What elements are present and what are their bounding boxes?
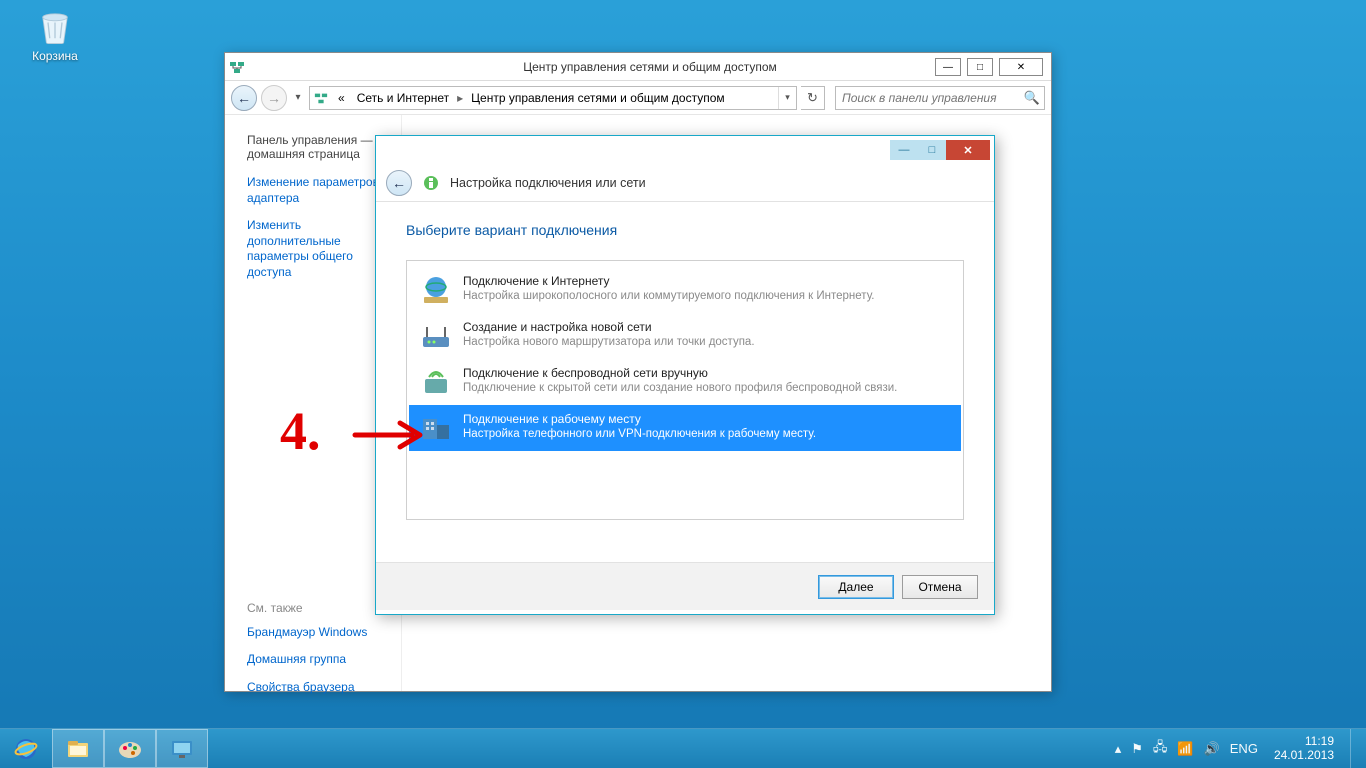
globe-icon (419, 273, 453, 307)
taskbar: ▴ ⚑ 🖧 📶 🔊 ENG 11:19 24.01.2013 (0, 728, 1366, 768)
window-titlebar[interactable]: Центр управления сетями и общим доступом (225, 53, 1051, 81)
wizard-footer: Далее Отмена (376, 562, 994, 610)
wireless-icon (419, 365, 453, 399)
connection-wizard-icon (422, 174, 440, 192)
window-title: Центр управления сетями и общим доступом (249, 60, 1051, 74)
sidebar-link-internet-options[interactable]: Свойства браузера (247, 680, 391, 696)
option-manual-wireless[interactable]: Подключение к беспроводной сети вручную … (409, 359, 961, 405)
breadcrumb[interactable]: « Сеть и Интернет ▸ Центр управления сет… (309, 86, 797, 110)
tray-overflow-icon[interactable]: ▴ (1115, 741, 1122, 757)
sidebar-link-homegroup[interactable]: Домашняя группа (247, 652, 391, 668)
search-input[interactable] (840, 90, 1024, 106)
next-button[interactable]: Далее (818, 575, 894, 599)
option-title: Создание и настройка новой сети (463, 319, 755, 335)
action-center-icon[interactable]: ⚑ (1131, 741, 1143, 757)
breadcrumb-segment[interactable]: Сеть и Интернет (351, 87, 455, 109)
minimize-button[interactable]: — (890, 140, 918, 160)
option-description: Настройка нового маршрутизатора или точк… (463, 335, 755, 351)
volume-icon[interactable]: 🔊 (1204, 741, 1220, 757)
taskbar-app-ie[interactable] (0, 729, 52, 768)
option-description: Подключение к скрытой сети или создание … (463, 381, 897, 397)
option-title: Подключение к рабочему месту (463, 411, 816, 427)
option-workplace-connection[interactable]: Подключение к рабочему месту Настройка т… (409, 405, 961, 451)
taskbar-app-explorer[interactable] (52, 729, 104, 768)
connection-options-list: Подключение к Интернету Настройка широко… (406, 260, 964, 520)
search-box[interactable]: 🔍 (835, 86, 1045, 110)
system-tray: ▴ ⚑ 🖧 📶 🔊 ENG 11:19 24.01.2013 (1107, 729, 1366, 768)
taskbar-app-control-panel[interactable] (156, 729, 208, 768)
refresh-button[interactable]: ↻ (801, 86, 825, 110)
show-desktop-button[interactable] (1350, 729, 1358, 768)
option-connect-internet[interactable]: Подключение к Интернету Настройка широко… (409, 267, 961, 313)
network-center-icon (225, 59, 249, 75)
see-also-heading: См. также (247, 601, 391, 615)
clock-time: 11:19 (1274, 735, 1334, 749)
sidebar-link-adapter-settings[interactable]: Изменение параметров адаптера (247, 175, 391, 206)
breadcrumb-prefix[interactable]: « (332, 87, 351, 109)
signal-icon[interactable]: 📶 (1177, 741, 1193, 757)
cancel-button[interactable]: Отмена (902, 575, 978, 599)
option-title: Подключение к беспроводной сети вручную (463, 365, 897, 381)
clock[interactable]: 11:19 24.01.2013 (1268, 735, 1340, 763)
language-indicator[interactable]: ENG (1230, 741, 1258, 756)
clock-date: 24.01.2013 (1274, 749, 1334, 763)
sidebar-link-firewall[interactable]: Брандмауэр Windows (247, 625, 391, 641)
option-description: Настройка широкополосного или коммутируе… (463, 289, 874, 305)
address-toolbar: ← → ▾ « Сеть и Интернет ▸ Центр управлен… (225, 81, 1051, 115)
desktop-icon-label: Корзина (32, 49, 78, 63)
nav-back-button[interactable]: ← (231, 85, 257, 111)
workplace-icon (419, 411, 453, 445)
recycle-bin-icon (34, 5, 76, 47)
option-description: Настройка телефонного или VPN-подключени… (463, 427, 816, 443)
breadcrumb-dropdown[interactable]: ▾ (778, 87, 796, 109)
sidebar-link-sharing-settings[interactable]: Изменить дополнительные параметры общего… (247, 218, 391, 280)
wizard-back-button[interactable]: ← (386, 170, 412, 196)
close-button[interactable]: ✕ (999, 58, 1043, 76)
wizard-heading: Выберите вариант подключения (406, 222, 964, 238)
option-new-network[interactable]: Создание и настройка новой сети Настройк… (409, 313, 961, 359)
wizard-content: Выберите вариант подключения Подключение… (376, 202, 994, 562)
sidebar-home-link[interactable]: Панель управления — домашняя страница (247, 133, 391, 161)
chevron-right-icon: ▸ (455, 91, 465, 105)
network-icon[interactable]: 🖧 (1153, 738, 1168, 760)
router-icon (419, 319, 453, 353)
minimize-button[interactable]: — (935, 58, 961, 76)
wizard-header: ← Настройка подключения или сети (376, 164, 994, 202)
maximize-button[interactable]: □ (967, 58, 993, 76)
taskbar-app-paint[interactable] (104, 729, 156, 768)
search-icon[interactable]: 🔍 (1024, 90, 1040, 106)
network-center-icon (310, 91, 332, 105)
option-title: Подключение к Интернету (463, 273, 874, 289)
wizard-window: — □ ✕ ← Настройка подключения или сети В… (375, 135, 995, 615)
wizard-titlebar[interactable]: — □ ✕ (376, 136, 994, 164)
nav-history-dropdown[interactable]: ▾ (291, 85, 305, 111)
breadcrumb-segment[interactable]: Центр управления сетями и общим доступом (465, 87, 731, 109)
wizard-title: Настройка подключения или сети (450, 176, 646, 190)
maximize-button[interactable]: □ (918, 140, 946, 160)
close-button[interactable]: ✕ (946, 140, 990, 160)
desktop-icon-recycle-bin[interactable]: Корзина (20, 5, 90, 63)
nav-forward-button[interactable]: → (261, 85, 287, 111)
